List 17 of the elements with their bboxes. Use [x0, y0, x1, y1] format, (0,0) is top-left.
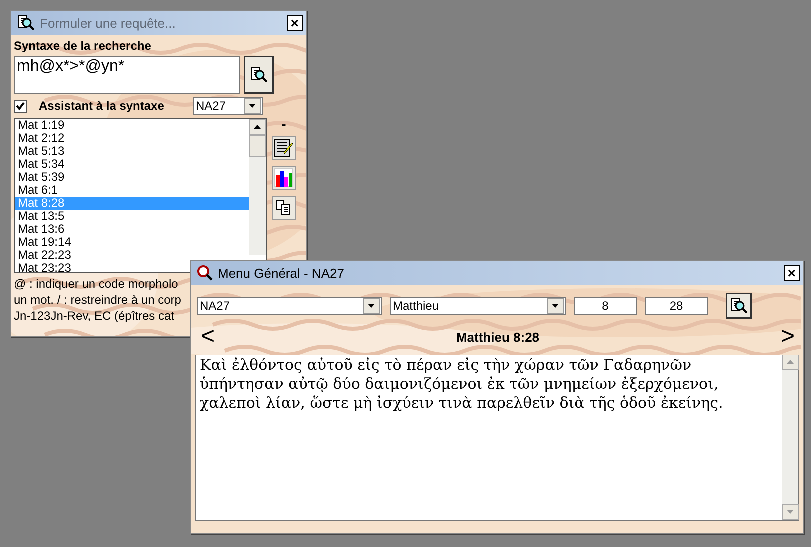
window-title: Formuler une requête... [40, 16, 177, 30]
up-arrow-icon [787, 360, 794, 364]
down-arrow-icon [787, 510, 794, 514]
search-button[interactable] [726, 293, 752, 319]
search-icon [17, 14, 35, 32]
text-area[interactable]: Καὶ ἐλθόντος αὐτοῦ εἰς τὸ πέραν εἰς τὴν χώραν τῶν Γαδαρηνῶν ὑπήντησαν αὐτῷ δύο δαιμονιζόμενοι ἐκ τῶν μνημείων ἐξερχόμενοι, χαλεποὶ λίαν, ὥστε μὴ ἰσχύειν τινὰ παρελθεῖν διὰ τῆς ὁδοῦ ἐκείνης. [195, 353, 799, 521]
verse-heading: Matthieu 8:28 [455, 330, 541, 344]
chapter-field[interactable]: 8 [574, 297, 637, 315]
next-arrow[interactable]: > [776, 325, 799, 349]
close-button[interactable]: × [784, 265, 800, 281]
book-dropdown[interactable]: Matthieu [390, 297, 566, 315]
verse-field[interactable]: 28 [645, 297, 708, 315]
close-button[interactable]: × [287, 15, 303, 31]
caret-icon [368, 304, 375, 308]
caret-icon [552, 304, 559, 308]
verse-text: Καὶ ἐλθόντος αὐτοῦ εἰς τὸ πέραν εἰς τὴν χώραν τῶν Γαδαρηνῶν ὑπήντησαν αὐτῷ δύο δαιμονιζόμενοι ἐκ τῶν μνημείων ἐξερχόμενοι, χαλεποὶ λίαν, ὥστε μὴ ἰσχύειν τινὰ παρελθεῖν διὰ τῆς ὁδοῦ ἐκείνης. [199, 355, 724, 414]
search-icon [730, 296, 748, 314]
